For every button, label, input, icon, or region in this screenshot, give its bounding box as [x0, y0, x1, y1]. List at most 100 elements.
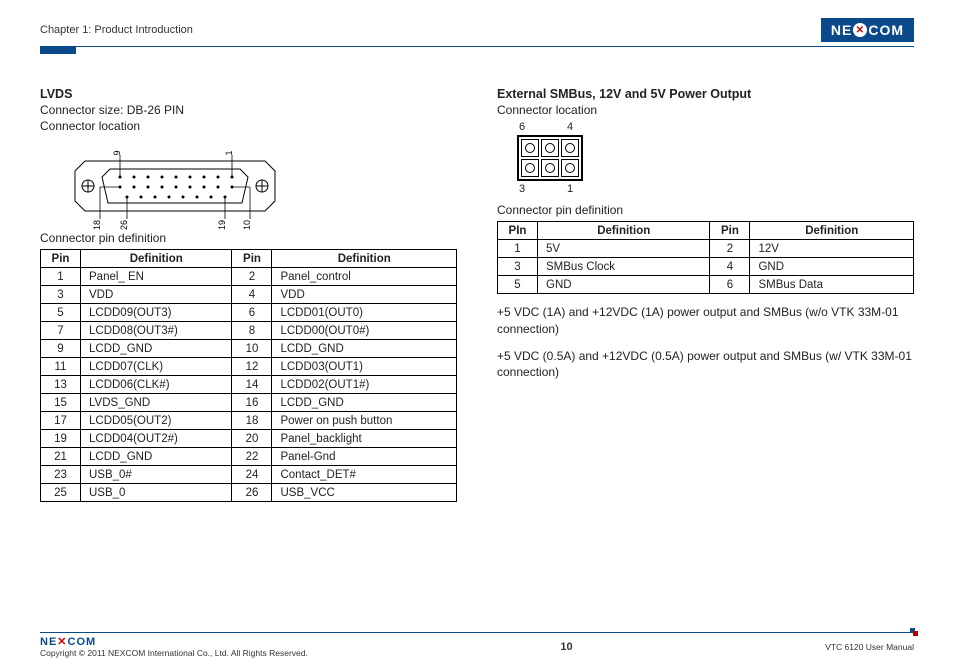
table-row: 15V212V: [498, 240, 914, 258]
left-column: LVDS Connector size: DB-26 PIN Connector…: [40, 87, 457, 502]
table-header: Definition: [81, 250, 232, 268]
footer-logo: NE✕COM: [40, 636, 96, 648]
table-cell: 16: [232, 394, 272, 412]
table-cell: Panel_backlight: [272, 430, 457, 448]
sixpin-label-4: 4: [567, 121, 573, 133]
db26-label-19: 19: [217, 220, 227, 230]
table-cell: 4: [232, 286, 272, 304]
table-cell: 23: [41, 466, 81, 484]
sixpin-label-1: 1: [567, 183, 573, 195]
table-cell: LCDD08(OUT3#): [81, 322, 232, 340]
table-cell: 5V: [538, 240, 710, 258]
table-cell: 4: [710, 258, 750, 276]
table-cell: 17: [41, 412, 81, 430]
table-cell: 12: [232, 358, 272, 376]
sixpin-label-3: 3: [519, 183, 525, 195]
db26-label-10: 10: [242, 220, 252, 230]
table-cell: 2: [710, 240, 750, 258]
page-header: Chapter 1: Product Introduction NE✕COM: [40, 18, 914, 42]
table-cell: LCDD04(OUT2#): [81, 430, 232, 448]
table-row: 23USB_0#24Contact_DET#: [41, 466, 457, 484]
table-cell: 6: [710, 276, 750, 294]
table-cell: LCDD06(CLK#): [81, 376, 232, 394]
table-header: Pin: [41, 250, 81, 268]
table-row: 5GND6SMBus Data: [498, 276, 914, 294]
lvds-title: LVDS: [40, 87, 457, 101]
table-row: 17LCDD05(OUT2)18Power on push button: [41, 412, 457, 430]
table-cell: 7: [41, 322, 81, 340]
table-cell: Panel_ EN: [81, 268, 232, 286]
table-cell: LCDD02(OUT1#): [272, 376, 457, 394]
table-cell: LVDS_GND: [81, 394, 232, 412]
table-cell: VDD: [272, 286, 457, 304]
power-note-1: +5 VDC (1A) and +12VDC (1A) power output…: [497, 304, 914, 338]
table-header: PIn: [498, 222, 538, 240]
table-row: 7LCDD08(OUT3#)8LCDD00(OUT0#): [41, 322, 457, 340]
table-cell: LCDD_GND: [272, 340, 457, 358]
table-header: Pin: [710, 222, 750, 240]
table-row: 3SMBus Clock4GND: [498, 258, 914, 276]
table-cell: GND: [750, 258, 914, 276]
table-cell: 8: [232, 322, 272, 340]
table-cell: Contact_DET#: [272, 466, 457, 484]
table-cell: 5: [498, 276, 538, 294]
table-row: 11LCDD07(CLK)12LCDD03(OUT1): [41, 358, 457, 376]
table-cell: LCDD07(CLK): [81, 358, 232, 376]
doc-title: VTC 6120 User Manual: [825, 642, 914, 652]
table-cell: 24: [232, 466, 272, 484]
table-row: 25USB_026USB_VCC: [41, 484, 457, 502]
lvds-size: Connector size: DB-26 PIN: [40, 103, 457, 117]
lvds-loc: Connector location: [40, 119, 457, 133]
table-cell: USB_VCC: [272, 484, 457, 502]
table-row: 15LVDS_GND16LCDD_GND: [41, 394, 457, 412]
table-row: 21LCDD_GND22Panel-Gnd: [41, 448, 457, 466]
right-column: External SMBus, 12V and 5V Power Output …: [497, 87, 914, 502]
table-cell: LCDD_GND: [272, 394, 457, 412]
table-cell: 15: [41, 394, 81, 412]
power-note-2: +5 VDC (0.5A) and +12VDC (0.5A) power ou…: [497, 348, 914, 382]
table-row: 3VDD4VDD: [41, 286, 457, 304]
table-cell: 1: [41, 268, 81, 286]
smbus-title: External SMBus, 12V and 5V Power Output: [497, 87, 914, 101]
table-header: Definition: [538, 222, 710, 240]
table-cell: SMBus Data: [750, 276, 914, 294]
page-number: 10: [560, 641, 572, 653]
table-cell: USB_0#: [81, 466, 232, 484]
table-cell: VDD: [81, 286, 232, 304]
table-cell: Panel_control: [272, 268, 457, 286]
smbus-pin-table: PInDefinitionPinDefinition 15V212V3SMBus…: [497, 221, 914, 294]
table-cell: 10: [232, 340, 272, 358]
table-cell: 22: [232, 448, 272, 466]
table-cell: 20: [232, 430, 272, 448]
page-footer: NE✕COM Copyright © 2011 NEXCOM Internati…: [40, 632, 914, 658]
table-header: Pin: [232, 250, 272, 268]
table-cell: 3: [41, 286, 81, 304]
sixpin-diagram: 6 4 3 1: [517, 135, 914, 181]
table-row: 9LCDD_GND10LCDD_GND: [41, 340, 457, 358]
table-cell: LCDD00(OUT0#): [272, 322, 457, 340]
table-cell: LCDD05(OUT2): [81, 412, 232, 430]
table-cell: 6: [232, 304, 272, 322]
db26-label-26: 26: [119, 220, 129, 230]
table-cell: 13: [41, 376, 81, 394]
table-row: 19LCDD04(OUT2#)20Panel_backlight: [41, 430, 457, 448]
table-cell: 25: [41, 484, 81, 502]
lvds-pin-table: PinDefinitionPinDefinition 1Panel_ EN2Pa…: [40, 249, 457, 502]
table-cell: 21: [41, 448, 81, 466]
table-cell: 1: [498, 240, 538, 258]
table-cell: 19: [41, 430, 81, 448]
table-cell: LCDD01(OUT0): [272, 304, 457, 322]
table-row: 1Panel_ EN2Panel_control: [41, 268, 457, 286]
table-cell: 9: [41, 340, 81, 358]
chapter-label: Chapter 1: Product Introduction: [40, 24, 193, 36]
table-cell: LCDD03(OUT1): [272, 358, 457, 376]
lvds-pin-caption: Connector pin definition: [40, 231, 457, 245]
db26-label-9: 9: [112, 150, 122, 155]
table-cell: LCDD09(OUT3): [81, 304, 232, 322]
table-cell: SMBus Clock: [538, 258, 710, 276]
table-cell: 11: [41, 358, 81, 376]
table-cell: 5: [41, 304, 81, 322]
table-cell: USB_0: [81, 484, 232, 502]
smbus-loc: Connector location: [497, 103, 914, 117]
table-cell: 2: [232, 268, 272, 286]
